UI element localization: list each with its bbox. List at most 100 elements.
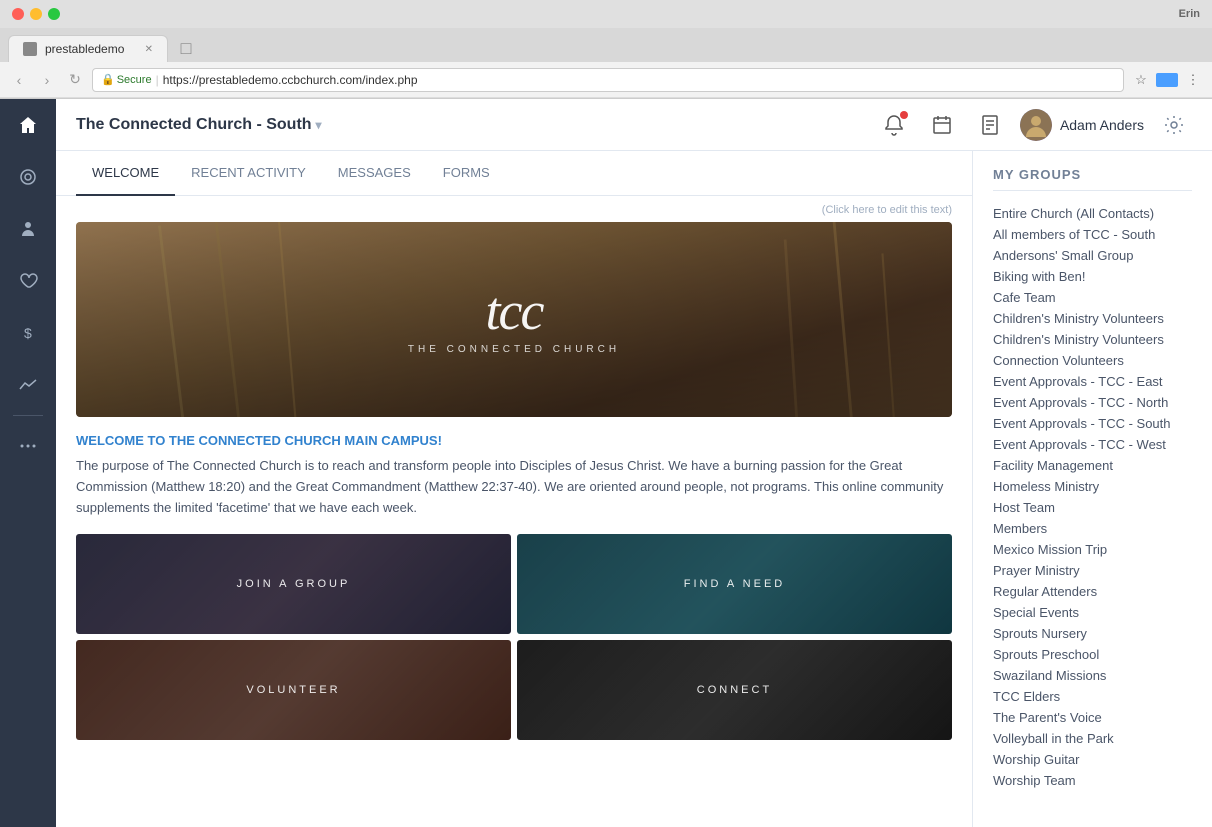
welcome-body: The purpose of The Connected Church is t… xyxy=(76,456,952,518)
notification-dot xyxy=(900,111,908,119)
tab-messages[interactable]: MESSAGES xyxy=(322,151,427,196)
tab-recent-activity[interactable]: RECENT ACTIVITY xyxy=(175,151,322,196)
address-bar[interactable]: 🔒 Secure | https://prestabledemo.ccbchur… xyxy=(92,68,1124,92)
group-list-item[interactable]: Children's Ministry Volunteers xyxy=(993,308,1192,329)
sidebar-item-chart[interactable] xyxy=(0,359,56,411)
url-divider: | xyxy=(156,73,159,87)
browser-user: Erin xyxy=(1179,8,1200,20)
groups-panel: MY GROUPS Entire Church (All Contacts)Al… xyxy=(972,151,1212,827)
maximize-window-btn[interactable] xyxy=(48,8,60,20)
group-list-item[interactable]: Cafe Team xyxy=(993,287,1192,308)
tabs-bar: WELCOME RECENT ACTIVITY MESSAGES FORMS xyxy=(56,151,972,196)
group-list-item[interactable]: Members xyxy=(993,518,1192,539)
tab-close-btn[interactable]: ✕ xyxy=(145,44,153,55)
group-list-item[interactable]: Biking with Ben! xyxy=(993,266,1192,287)
sidebar-item-people[interactable] xyxy=(0,203,56,255)
group-list-item[interactable]: Children's Ministry Volunteers xyxy=(993,329,1192,350)
group-list-item[interactable]: Regular Attenders xyxy=(993,581,1192,602)
extensions-btn[interactable] xyxy=(1156,73,1178,87)
docs-icon xyxy=(979,114,1001,136)
back-btn[interactable]: ‹ xyxy=(8,69,30,91)
group-list-item[interactable]: Facility Management xyxy=(993,455,1192,476)
tile-volunteer[interactable]: VOLUNTEER xyxy=(76,640,511,740)
group-list-item[interactable]: Event Approvals - TCC - South xyxy=(993,413,1192,434)
notifications-btn[interactable] xyxy=(876,107,912,143)
tab-title: prestabledemo xyxy=(45,42,124,56)
group-list-item[interactable]: Event Approvals - TCC - North xyxy=(993,392,1192,413)
tile-connect-label: CONNECT xyxy=(697,684,772,696)
group-list-item[interactable]: Entire Church (All Contacts) xyxy=(993,203,1192,224)
dollar-icon: $ xyxy=(18,323,38,343)
people-icon xyxy=(18,219,38,239)
group-list-item[interactable]: Prayer Ministry xyxy=(993,560,1192,581)
content-area: WELCOME RECENT ACTIVITY MESSAGES FORMS (… xyxy=(56,151,1212,827)
minimize-window-btn[interactable] xyxy=(30,8,42,20)
group-list-item[interactable]: Swaziland Missions xyxy=(993,665,1192,686)
group-list-item[interactable]: Connection Volunteers xyxy=(993,350,1192,371)
sidebar-item-community[interactable] xyxy=(0,151,56,203)
group-list-item[interactable]: Mexico Mission Trip xyxy=(993,539,1192,560)
browser-titlebar: Erin xyxy=(0,0,1212,28)
heart-icon xyxy=(18,271,38,291)
group-list-item[interactable]: Andersons' Small Group xyxy=(993,245,1192,266)
welcome-panel: WELCOME RECENT ACTIVITY MESSAGES FORMS (… xyxy=(56,151,972,827)
calendar-icon xyxy=(931,114,953,136)
group-list-item[interactable]: Homeless Ministry xyxy=(993,476,1192,497)
community-icon xyxy=(18,167,38,187)
home-icon xyxy=(18,115,38,135)
group-list-item[interactable]: Sprouts Preschool xyxy=(993,644,1192,665)
sidebar-item-home[interactable] xyxy=(0,99,56,151)
user-name: Adam Anders xyxy=(1060,117,1144,133)
groups-title: MY GROUPS xyxy=(993,167,1192,191)
new-tab-btn[interactable]: □ xyxy=(172,34,200,62)
browser-tab[interactable]: prestabledemo ✕ xyxy=(8,35,168,62)
chart-icon xyxy=(18,375,38,395)
url-text: https://prestabledemo.ccbchurch.com/inde… xyxy=(163,73,418,87)
sidebar-item-heart[interactable] xyxy=(0,255,56,307)
bookmark-btn[interactable]: ☆ xyxy=(1130,69,1152,91)
group-list-item[interactable]: Volleyball in the Park xyxy=(993,728,1192,749)
group-list-item[interactable]: All members of TCC - South xyxy=(993,224,1192,245)
group-list-item[interactable]: Sprouts Nursery xyxy=(993,623,1192,644)
app-title-text: The Connected Church - South xyxy=(76,116,312,134)
forward-btn[interactable]: › xyxy=(36,69,58,91)
browser-tab-bar: prestabledemo ✕ □ xyxy=(0,28,1212,62)
group-list-item[interactable]: The Parent's Voice xyxy=(993,707,1192,728)
calendar-btn[interactable] xyxy=(924,107,960,143)
group-list-item[interactable]: Event Approvals - TCC - West xyxy=(993,434,1192,455)
browser-toolbar: ‹ › ↻ 🔒 Secure | https://prestabledemo.c… xyxy=(0,62,1212,98)
toolbar-icons: ☆ ⋮ xyxy=(1130,69,1204,91)
reload-btn[interactable]: ↻ xyxy=(64,69,86,91)
sidebar-item-more[interactable] xyxy=(0,420,56,472)
tab-favicon xyxy=(23,42,37,56)
user-avatar xyxy=(1020,109,1052,141)
group-list-item[interactable]: Special Events xyxy=(993,602,1192,623)
secure-badge: 🔒 Secure xyxy=(101,73,152,86)
hero-image: tcc THE CONNECTED CHURCH xyxy=(76,222,952,417)
group-list-item[interactable]: Event Approvals - TCC - East xyxy=(993,371,1192,392)
browser-chrome: Erin prestabledemo ✕ □ ‹ › ↻ 🔒 Secure | … xyxy=(0,0,1212,99)
tab-welcome[interactable]: WELCOME xyxy=(76,151,175,196)
tab-forms[interactable]: FORMS xyxy=(427,151,506,196)
menu-btn[interactable]: ⋮ xyxy=(1182,69,1204,91)
edit-hint[interactable]: (Click here to edit this text) xyxy=(76,196,952,222)
tile-join[interactable]: JOIN A GROUP xyxy=(76,534,511,634)
sidebar-item-dollar[interactable]: $ xyxy=(0,307,56,359)
image-grid: JOIN A GROUP FIND A NEED VOLUNTEER CONNE… xyxy=(76,534,952,740)
user-avatar-wrap[interactable]: Adam Anders xyxy=(1020,109,1144,141)
docs-btn[interactable] xyxy=(972,107,1008,143)
svg-text:$: $ xyxy=(24,325,32,341)
group-list-item[interactable]: Worship Guitar xyxy=(993,749,1192,770)
settings-btn[interactable] xyxy=(1156,107,1192,143)
gear-icon xyxy=(1164,115,1184,135)
more-icon xyxy=(18,436,38,456)
group-list-item[interactable]: TCC Elders xyxy=(993,686,1192,707)
welcome-heading: WELCOME TO THE CONNECTED CHURCH MAIN CAM… xyxy=(76,433,952,448)
app-title-dropdown-icon[interactable]: ▾ xyxy=(316,118,322,132)
tile-find[interactable]: FIND A NEED xyxy=(517,534,952,634)
group-list-item[interactable]: Host Team xyxy=(993,497,1192,518)
app-wrapper: $ The Connected Church - South ▾ xyxy=(0,99,1212,827)
tile-connect[interactable]: CONNECT xyxy=(517,640,952,740)
group-list-item[interactable]: Worship Team xyxy=(993,770,1192,791)
close-window-btn[interactable] xyxy=(12,8,24,20)
